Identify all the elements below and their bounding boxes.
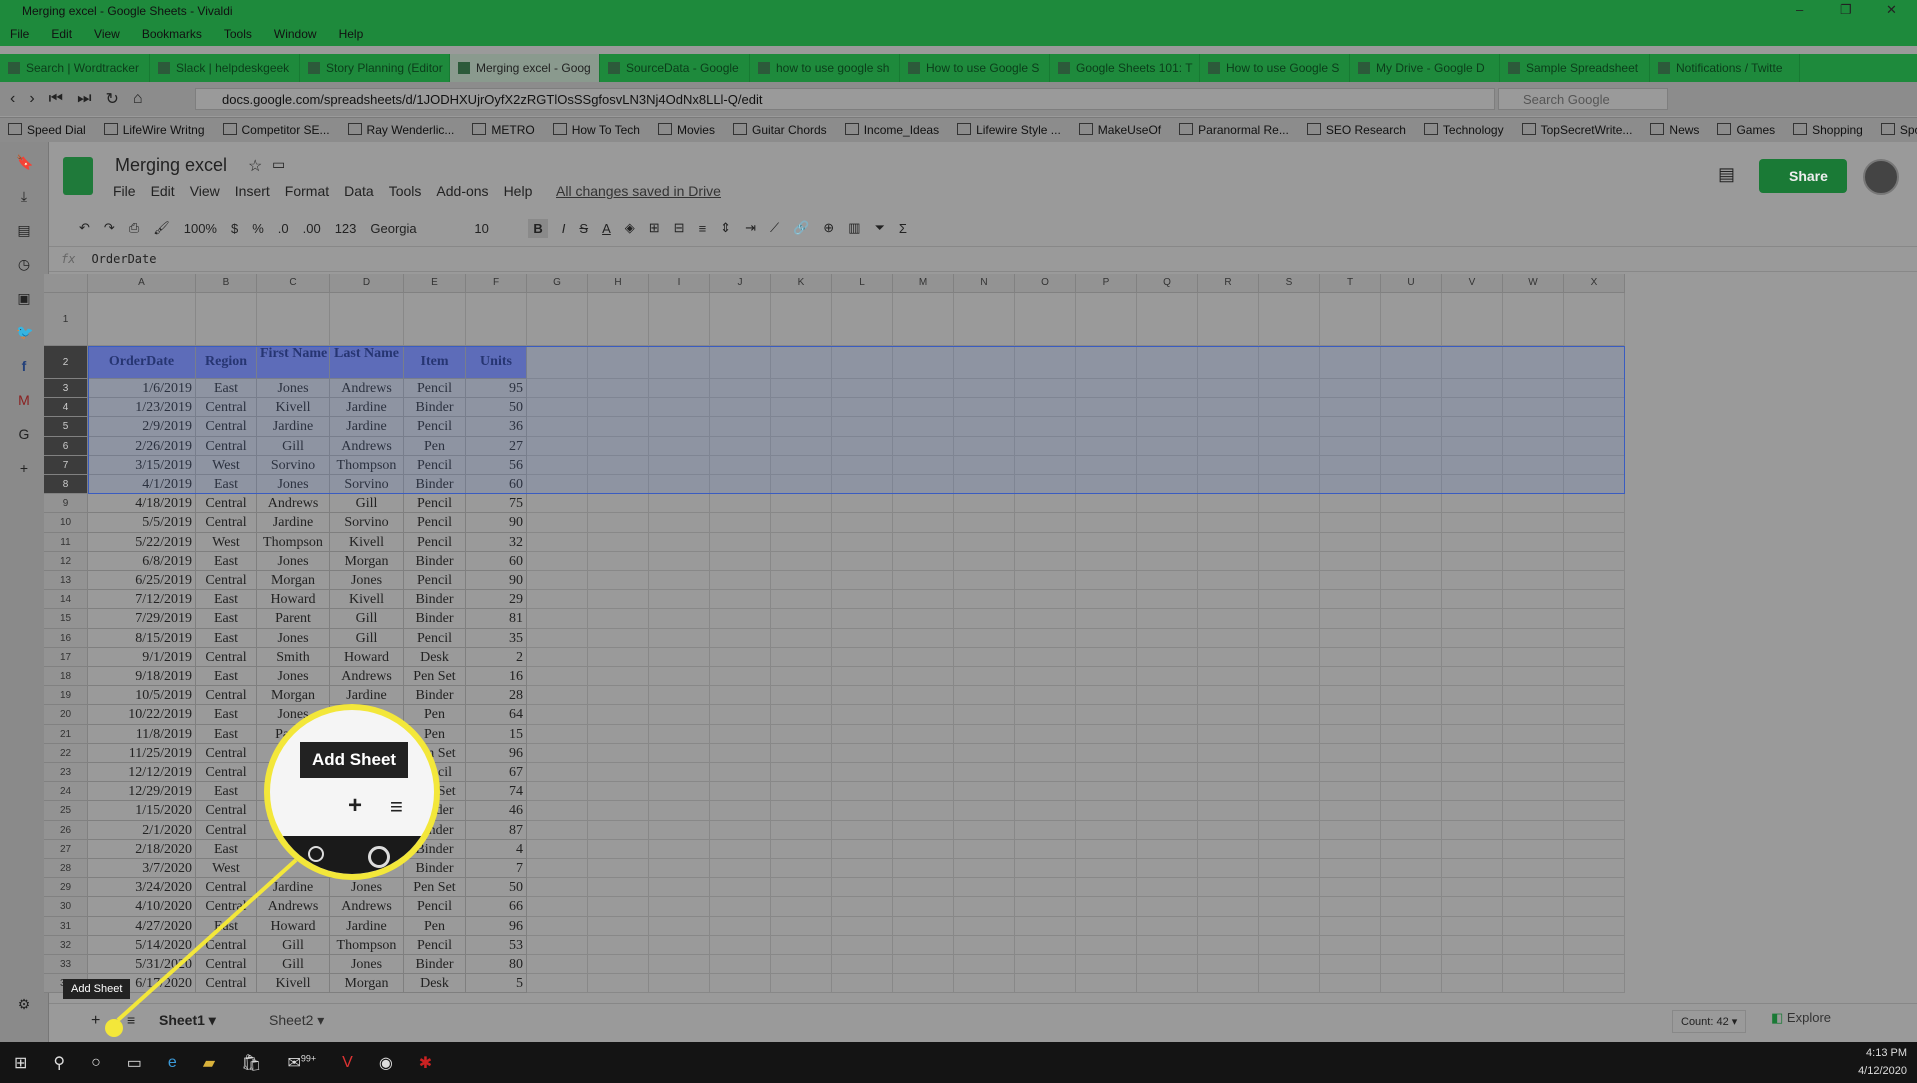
search-icon[interactable]: ⚲ (53, 1053, 65, 1073)
task-view-icon[interactable]: ▭ (127, 1053, 142, 1073)
app-icon[interactable]: ✱ (419, 1053, 432, 1073)
file-explorer-icon[interactable]: ▰ (203, 1053, 215, 1073)
magnified-cortana-icon (368, 846, 390, 868)
cortana-icon[interactable]: ○ (91, 1054, 101, 1072)
magnified-menu-icon: ≡ (390, 794, 403, 819)
windows-taskbar: ⊞ ⚲ ○ ▭ e ▰ 🛍 ✉99+ V ◉ ✱ (0, 1042, 1917, 1083)
magnifier-callout: Add Sheet + ≡ (264, 704, 440, 880)
store-icon[interactable]: 🛍 (241, 1053, 261, 1073)
clock: 4:13 PM 4/12/2020 (1858, 1047, 1907, 1077)
magnified-plus-icon: + (348, 792, 363, 819)
magnified-add-sheet-tooltip: Add Sheet (300, 742, 409, 778)
magnified-circle-icon (308, 846, 324, 862)
magnified-taskbar (270, 836, 434, 874)
vivaldi-icon[interactable]: V (342, 1054, 353, 1072)
mail-icon[interactable]: ✉99+ (287, 1053, 316, 1073)
edge-icon[interactable]: e (168, 1054, 177, 1072)
start-icon[interactable]: ⊞ (14, 1053, 27, 1073)
chrome-icon[interactable]: ◉ (379, 1053, 393, 1073)
callout-line (116, 858, 298, 1022)
